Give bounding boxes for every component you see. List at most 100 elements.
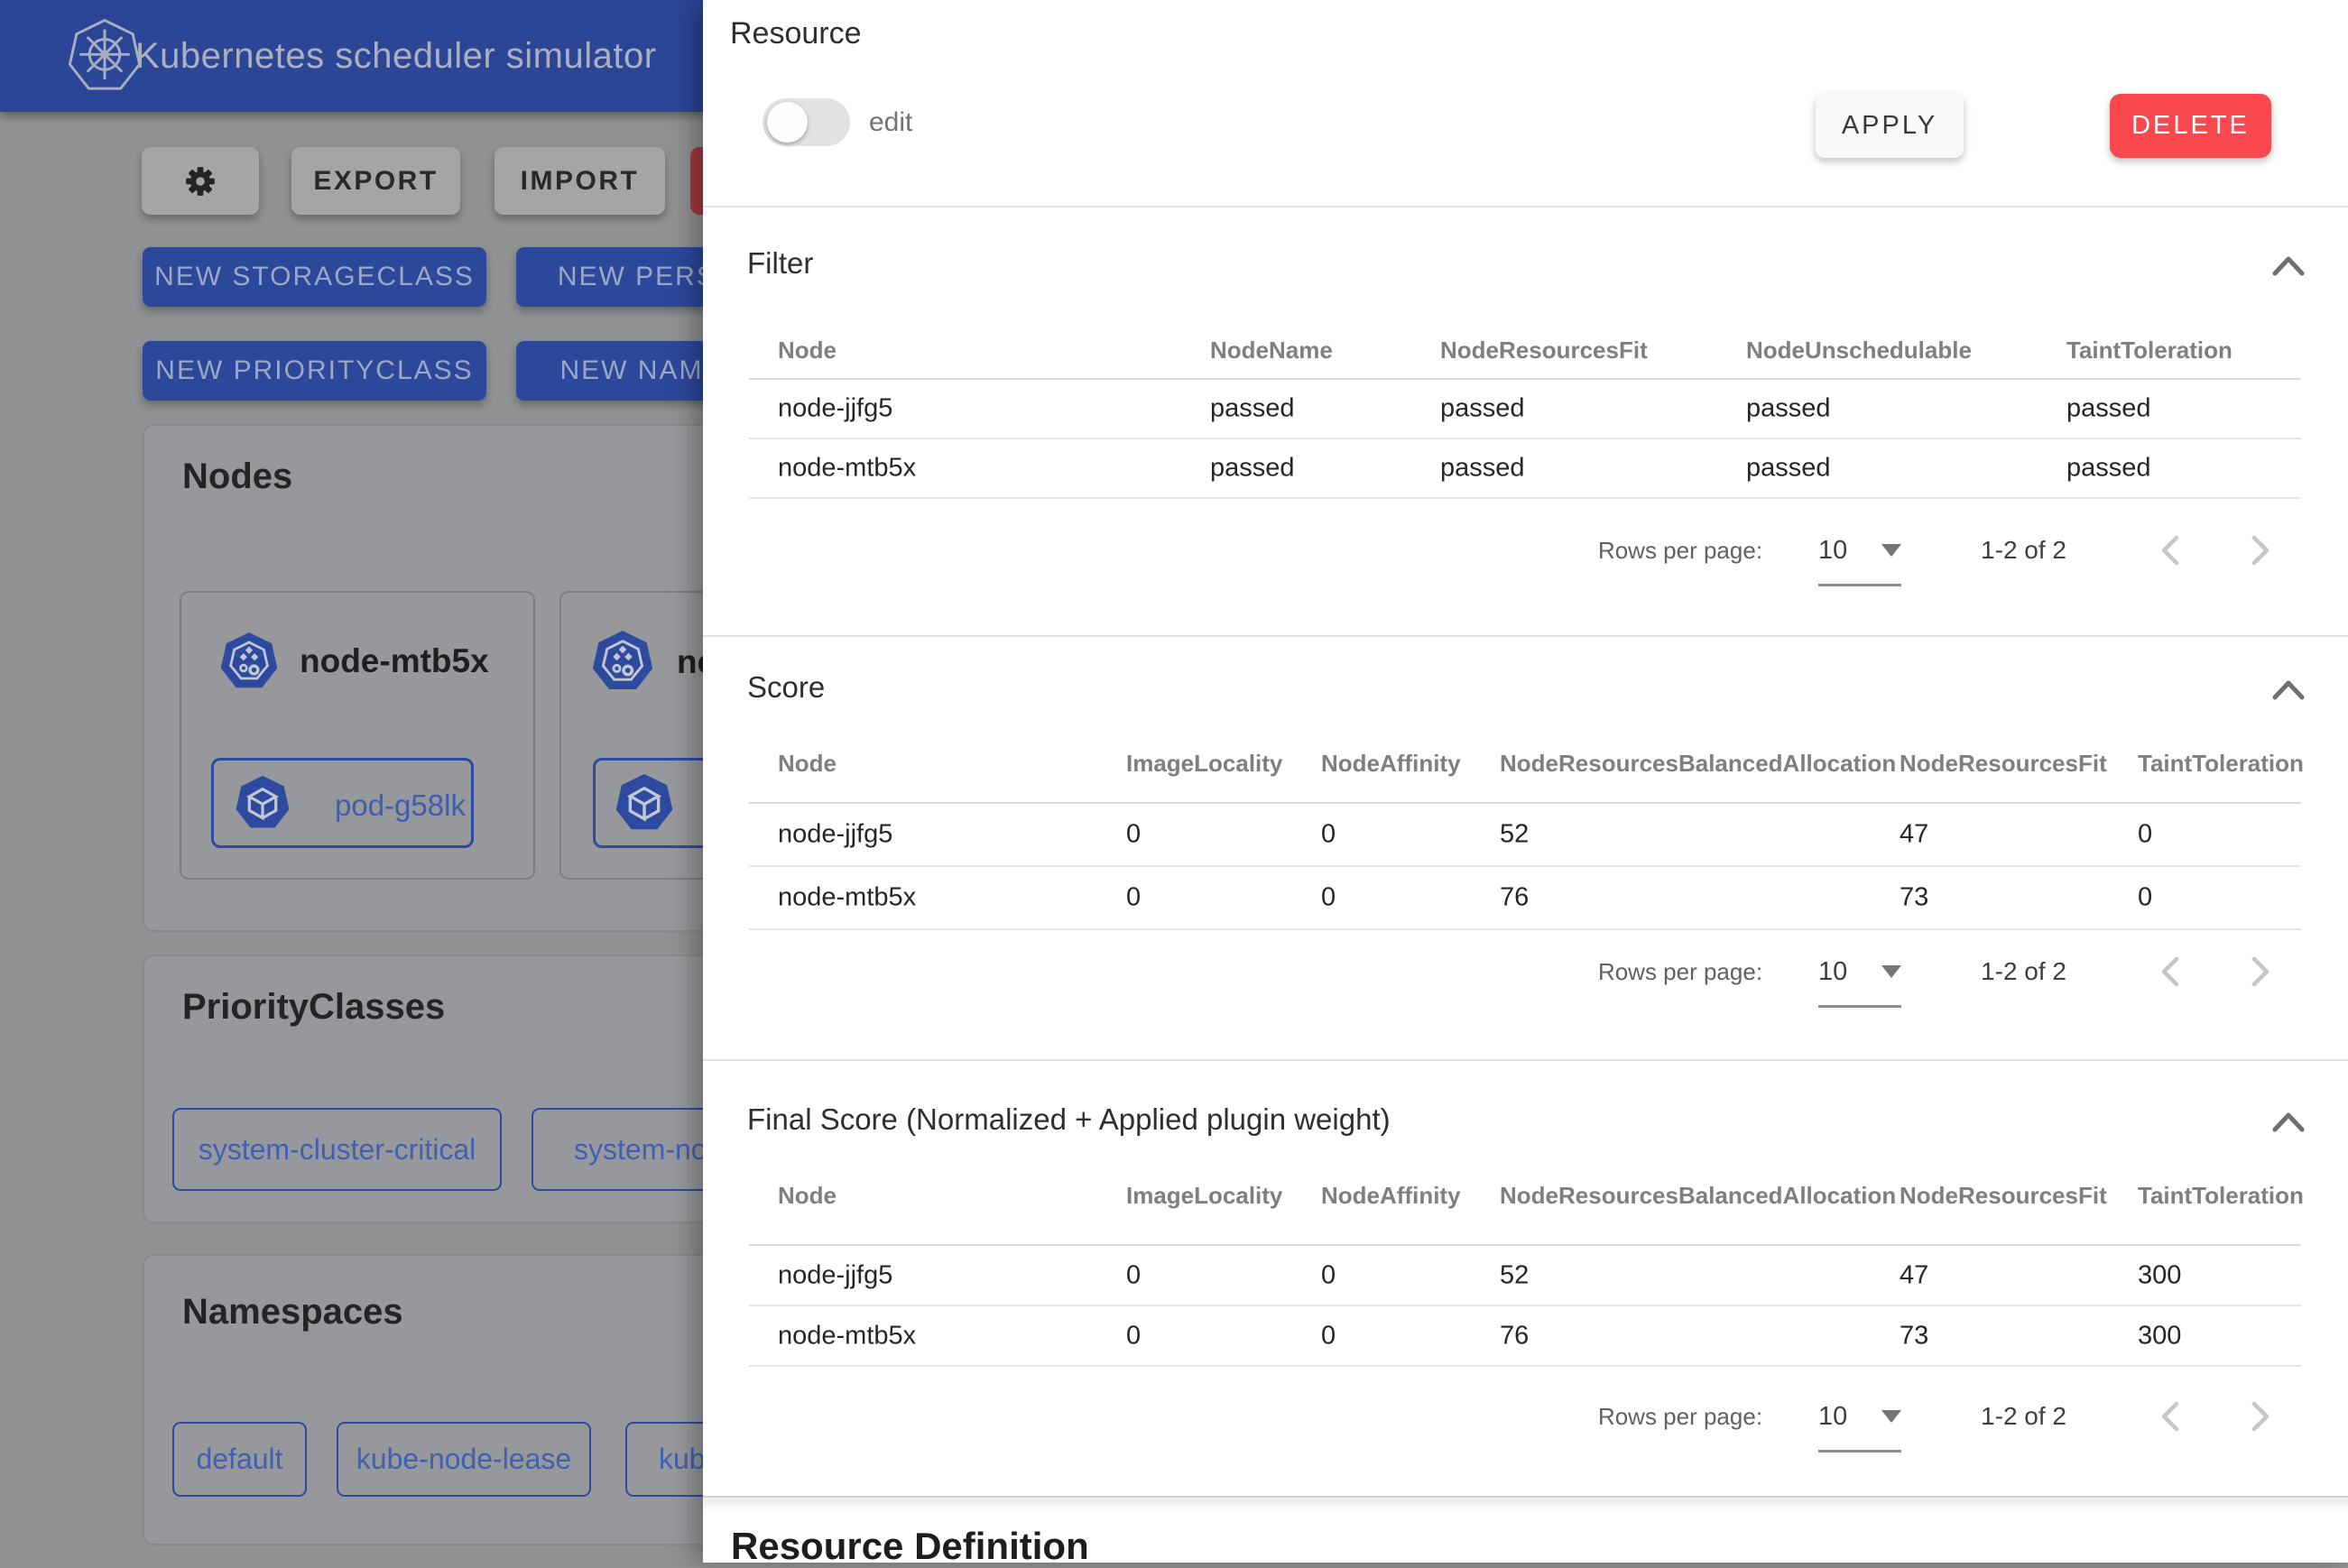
next-page-button[interactable] [2247,534,2274,567]
rows-per-page-label: Rows per page: [1598,1403,1762,1431]
cell: 47 [1900,820,1928,850]
cell: node-mtb5x [778,1321,916,1351]
score-section-heading: Score [747,670,825,705]
column-header: NodeResourcesFit [1440,337,1648,364]
chevron-up-icon [2271,678,2306,701]
filter-table-header: Node NodeName NodeResourcesFit NodeUnsch… [749,337,2301,365]
namespaces-heading: Namespaces [182,1292,403,1333]
gear-icon [179,160,222,203]
column-header: Node [778,750,837,778]
pagination-range: 1-2 of 2 [1981,957,2066,986]
new-priorityclass-button[interactable]: NEW PRIORITYCLASS [143,341,486,401]
previous-page-button[interactable] [2157,1400,2184,1433]
resource-definition-heading: Resource Definition [731,1525,1089,1568]
namespace-item[interactable]: kube-node-lease [337,1422,591,1497]
final-score-collapse-button[interactable] [2271,1110,2306,1133]
column-header: Node [778,1182,837,1210]
cell: node-mtb5x [778,454,916,484]
delete-button[interactable]: DELETE [2110,94,2271,158]
priorityclass-item[interactable]: system-cluster-critical [172,1108,502,1191]
select-underline [1818,1005,1901,1008]
cell: 73 [1900,1321,1928,1351]
cell: 0 [1321,1260,1336,1290]
pagination-range: 1-2 of 2 [1981,1402,2066,1431]
column-header: NodeResourcesBalancedAllocation [1500,1182,1896,1210]
final-score-table-body: node-jjfg5 0 0 52 47 300 node-mtb5x 0 0 … [749,1246,2301,1367]
divider [703,1059,2348,1061]
settings-button[interactable] [142,147,259,215]
rows-per-page-select[interactable]: 10 [1818,527,1901,574]
column-header: ImageLocality [1126,1182,1282,1210]
chevron-right-icon [2249,1400,2272,1433]
column-header: TaintToleration [2138,1182,2304,1210]
cell: passed [2066,394,2151,424]
cell: 300 [2138,1260,2181,1290]
app-title: Kubernetes scheduler simulator [135,0,657,112]
column-header: NodeAffinity [1321,1182,1461,1210]
resource-drawer: Resource edit APPLY DELETE Filter Node N… [703,0,2348,1561]
cell: 76 [1500,883,1529,913]
cell: 0 [1321,1321,1336,1351]
pod-name: pod-g58lk [335,789,466,823]
column-header: NodeAffinity [1321,750,1461,778]
select-underline [1818,584,1901,586]
next-page-button[interactable] [2247,955,2274,988]
select-underline [1818,1450,1901,1453]
drawer-title: Resource [730,16,862,51]
table-row: node-jjfg5 0 0 52 47 0 [749,804,2301,867]
cell: node-jjfg5 [778,1260,892,1290]
chevron-up-icon [2271,1110,2306,1133]
rows-per-page-value: 10 [1818,957,1847,987]
table-row: node-jjfg5 0 0 52 47 300 [749,1246,2301,1306]
edit-toggle-label: edit [869,98,912,146]
kubernetes-logo-icon [67,18,143,94]
pod-button[interactable]: pod-g58lk [211,758,474,848]
chevron-up-icon [2271,254,2306,277]
table-row: node-mtb5x 0 0 76 73 0 [749,867,2301,930]
new-storageclass-button[interactable]: NEW STORAGECLASS [143,247,486,307]
pod-icon [614,772,675,834]
score-collapse-button[interactable] [2271,678,2306,701]
table-row: node-mtb5x 0 0 76 73 300 [749,1306,2301,1367]
cell: 0 [1126,883,1141,913]
final-score-pagination: Rows per page: 10 1-2 of 2 [1598,1393,2274,1440]
namespace-item[interactable]: default [172,1422,307,1497]
column-header: ImageLocality [1126,750,1282,778]
previous-page-button[interactable] [2157,534,2184,567]
final-score-section-heading: Final Score (Normalized + Applied plugin… [747,1102,1391,1137]
resource-definition-section: Resource Definition [703,1496,2348,1563]
rows-per-page-select[interactable]: 10 [1818,948,1901,995]
column-header: Node [778,337,837,364]
cell: node-jjfg5 [778,394,892,424]
cell: node-jjfg5 [778,820,892,850]
node-name: node-mtb5x [300,642,489,680]
next-page-button[interactable] [2247,1400,2274,1433]
select-caret-icon [1881,544,1901,557]
cell: 73 [1900,883,1928,913]
column-header: NodeResourcesFit [1900,1182,2107,1210]
priorityclasses-heading: PriorityClasses [182,987,445,1028]
node-icon [218,631,280,692]
cell: passed [1210,394,1295,424]
cell: 0 [2138,820,2152,850]
cell: 76 [1500,1321,1529,1351]
score-pagination: Rows per page: 10 1-2 of 2 [1598,948,2274,995]
previous-page-button[interactable] [2157,955,2184,988]
score-table-header: Node ImageLocality NodeAffinity NodeReso… [749,750,2301,779]
chevron-left-icon [2158,955,2182,988]
column-header: NodeResourcesFit [1900,750,2107,778]
cell: 52 [1500,1260,1529,1290]
filter-section-heading: Filter [747,246,813,281]
score-table-body: node-jjfg5 0 0 52 47 0 node-mtb5x 0 0 76… [749,804,2301,930]
chevron-right-icon [2249,955,2272,988]
cell: passed [1746,394,1831,424]
edit-toggle[interactable] [763,98,850,146]
chevron-left-icon [2158,534,2182,567]
rows-per-page-select[interactable]: 10 [1818,1393,1901,1440]
filter-collapse-button[interactable] [2271,254,2306,277]
cell: passed [1210,454,1295,484]
import-button[interactable]: IMPORT [495,147,665,215]
apply-button[interactable]: APPLY [1816,94,1964,158]
node-card[interactable]: node-mtb5x pod-g58lk [180,591,535,880]
export-button[interactable]: EXPORT [291,147,460,215]
